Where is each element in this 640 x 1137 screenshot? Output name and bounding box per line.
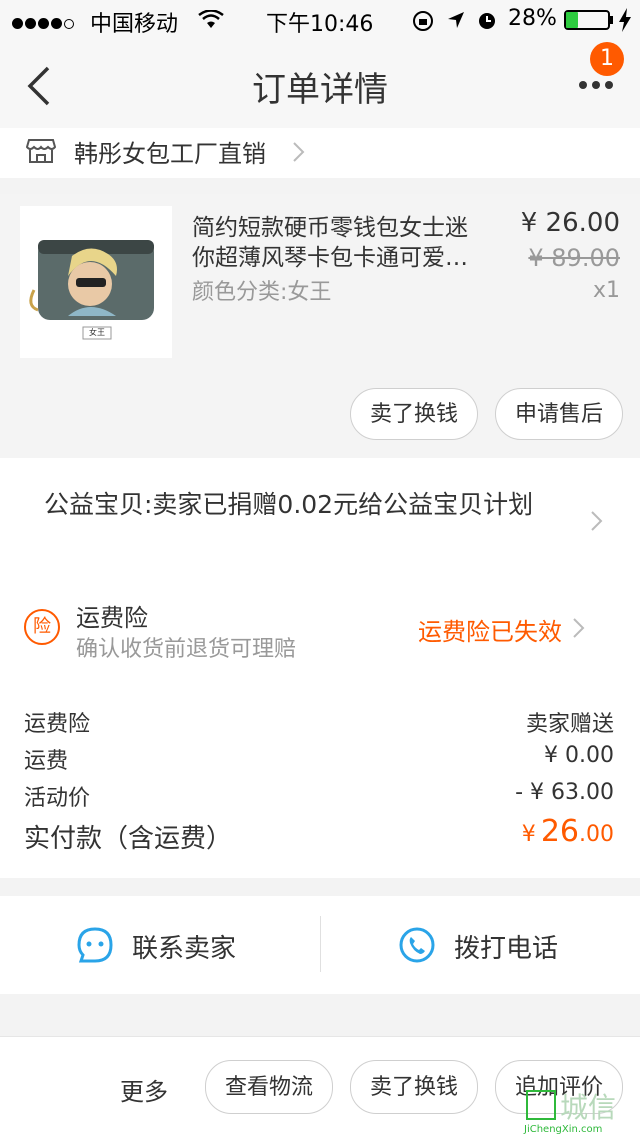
alarm-icon	[479, 13, 495, 29]
product-title-line-2[interactable]: 你超薄风琴卡包卡通可爱…	[192, 238, 492, 272]
view-logistics-button[interactable]: 查看物流	[205, 1060, 333, 1114]
insurance-title: 运费险	[76, 604, 148, 632]
product-title-line-1[interactable]: 简约短款硬币零钱包女士迷	[192, 208, 492, 242]
insurance-subtitle: 确认收货前退货可理赔	[76, 637, 297, 662]
product-thumbnail[interactable]: 女王	[20, 206, 172, 358]
resell-button-bottom[interactable]: 卖了换钱	[350, 1060, 478, 1114]
fee-value-discount: - ¥ 63.00	[515, 780, 614, 805]
resell-button[interactable]: 卖了换钱	[350, 388, 478, 440]
insurance-status[interactable]: 运费险已失效	[418, 612, 562, 647]
chevron-right-icon	[293, 142, 305, 162]
product-quantity: x1	[592, 278, 620, 303]
more-button[interactable]: 更多	[120, 1072, 168, 1107]
rotation-lock-icon	[413, 11, 433, 31]
battery-icon	[564, 10, 610, 30]
charging-bolt-icon	[619, 8, 631, 32]
product-sku: 颜色分类:女王	[192, 280, 332, 305]
store-icon	[26, 139, 56, 163]
contact-seller-button[interactable]: 联系卖家	[132, 928, 236, 965]
phone-icon[interactable]	[398, 926, 436, 964]
status-bar: 中国移动 下午10:46 28%	[0, 0, 640, 40]
fee-label-insurance: 运费险	[24, 712, 91, 737]
after-sales-button[interactable]: 申请售后	[495, 388, 623, 440]
paid-decimal: .00	[579, 822, 614, 847]
product-original-price: ¥ 89.00	[528, 244, 620, 272]
paid-integer: 26	[540, 814, 579, 849]
fee-value-insurance: 卖家赠送	[525, 712, 614, 737]
shop-name[interactable]: 韩彤女包工厂直销	[74, 134, 266, 169]
divider	[320, 916, 321, 972]
watermark-logo-icon	[526, 1090, 556, 1120]
call-phone-button[interactable]: 拨打电话	[454, 928, 558, 965]
paid-label: 实付款（含运费）	[24, 824, 233, 854]
clock-time: 下午10:46	[266, 12, 374, 37]
fee-label-discount: 活动价	[24, 786, 91, 811]
page-title: 订单详情	[252, 70, 388, 110]
location-arrow-icon	[448, 12, 464, 28]
notification-badge: 1	[590, 42, 624, 76]
thumbnail-tag: 女王	[89, 328, 105, 337]
chevron-right-icon	[591, 511, 603, 531]
watermark-text: 城信	[560, 1091, 617, 1124]
battery-percent: 28%	[508, 6, 557, 31]
chat-face-icon[interactable]	[76, 926, 114, 964]
paid-currency: ¥	[521, 822, 536, 847]
carrier-name: 中国移动	[90, 12, 179, 37]
fee-label-shipping: 运费	[24, 749, 69, 774]
insurance-icon: 险	[24, 609, 60, 645]
signal-strength-icon	[12, 14, 76, 33]
wifi-icon	[198, 10, 224, 28]
chevron-right-icon	[573, 618, 585, 638]
more-dots-icon[interactable]	[578, 80, 614, 90]
product-price: ¥ 26.00	[520, 208, 620, 238]
watermark-url: JiChengXin.com	[524, 1124, 603, 1135]
paid-amount: ¥ 26.00	[522, 814, 614, 849]
charity-text[interactable]: 公益宝贝:卖家已捐赠0.02元给公益宝贝计划	[44, 488, 584, 521]
fee-value-shipping: ¥ 0.00	[544, 743, 614, 768]
